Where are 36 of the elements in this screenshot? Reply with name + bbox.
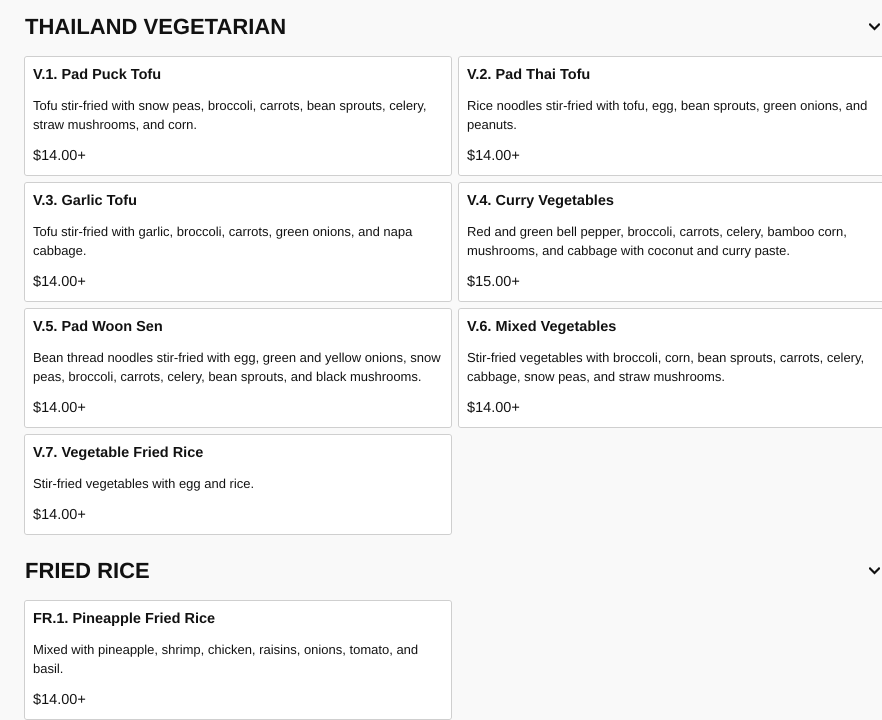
item-description: Tofu stir-fried with snow peas, broccoli, carrots, bean sprouts, celery, straw mushrooms, and corn. [33,97,428,134]
item-description: Bean thread noodles stir-fried with egg, green and yellow onions, snow peas, broccoli, carrots, celery, bean sprouts, and black mushrooms. [33,349,442,386]
menu-item-card[interactable]: V.3. Garlic Tofu Tofu stir-fried with garlic, broccoli, carrots, green onions, and napa cabbage. $14.00+ [24,182,452,302]
chevron-icon[interactable] [869,23,880,31]
item-name: V.2. Pad Thai Tofu [467,66,590,84]
menu-item-card[interactable]: V.2. Pad Thai Tofu Rice noodles stir-fried with tofu, egg, bean sprouts, green onions, and peanuts. $14.00+ [458,56,882,176]
item-name: V.7. Vegetable Fried Rice [33,444,204,462]
item-name: FR.1. Pineapple Fried Rice [33,610,216,628]
menu-item-card[interactable]: FR.1. Pineapple Fried Rice Mixed with pineapple, shrimp, chicken, raisins, onions, tomato, and basil. $14.00+ [24,600,452,720]
item-description: Stir-fried vegetables with egg and rice. [33,475,256,493]
item-price: $14.00+ [33,399,86,418]
item-price: $14.00+ [467,147,520,166]
item-name: V.1. Pad Puck Tofu [33,66,162,84]
item-name: V.3. Garlic Tofu [33,192,137,210]
menu-item-card[interactable]: V.7. Vegetable Fried Rice Stir-fried vegetables with egg and rice. $14.00+ [24,434,452,535]
item-description: Tofu stir-fried with garlic, broccoli, carrots, green onions, and napa cabbage. [33,223,414,260]
item-price: $14.00+ [467,399,520,418]
item-description: Mixed with pineapple, shrimp, chicken, raisins, onions, tomato, and basil. [33,641,420,678]
section-heading: THAILAND VEGETARIAN [25,13,286,41]
item-description: Red and green bell pepper, broccoli, carrots, celery, bamboo corn, mushrooms, and cabbage with coconut and curry paste. [467,223,848,260]
chevron-icon[interactable] [869,567,880,575]
item-price: $14.00+ [33,691,86,710]
item-description: Stir-fried vegetables with broccoli, corn, bean sprouts, carrots, celery, cabbage, snow peas, and straw mushrooms. [467,349,866,386]
item-price: $14.00+ [33,147,86,166]
menu-item-card[interactable]: V.5. Pad Woon Sen Bean thread noodles stir-fried with egg, green and yellow onions, snow peas, broccoli, carrots, celery, bean sprouts, and black mushrooms. $14.00+ [24,308,452,428]
item-name: V.6. Mixed Vegetables [467,318,616,336]
menu-item-card[interactable]: V.6. Mixed Vegetables Stir-fried vegetables with broccoli, corn, bean sprouts, carrots, celery, cabbage, snow peas, and straw mushrooms. $14.00+ [458,308,882,428]
item-price: $14.00+ [33,273,86,292]
item-description: Rice noodles stir-fried with tofu, egg, bean sprouts, green onions, and peanuts. [467,97,868,134]
item-name: V.5. Pad Woon Sen [33,318,163,336]
item-name: V.4. Curry Vegetables [467,192,614,210]
item-price: $15.00+ [467,273,520,292]
menu-item-card[interactable]: V.1. Pad Puck Tofu Tofu stir-fried with snow peas, broccoli, carrots, bean sprouts, celery, straw mushrooms, and corn. $14.00+ [24,56,452,176]
section-heading: FRIED RICE [25,557,150,585]
item-price: $14.00+ [33,506,86,525]
menu-item-card[interactable]: V.4. Curry Vegetables Red and green bell pepper, broccoli, carrots, celery, bamboo corn, mushrooms, and cabbage with coconut and curry paste. $15.00+ [458,182,882,302]
